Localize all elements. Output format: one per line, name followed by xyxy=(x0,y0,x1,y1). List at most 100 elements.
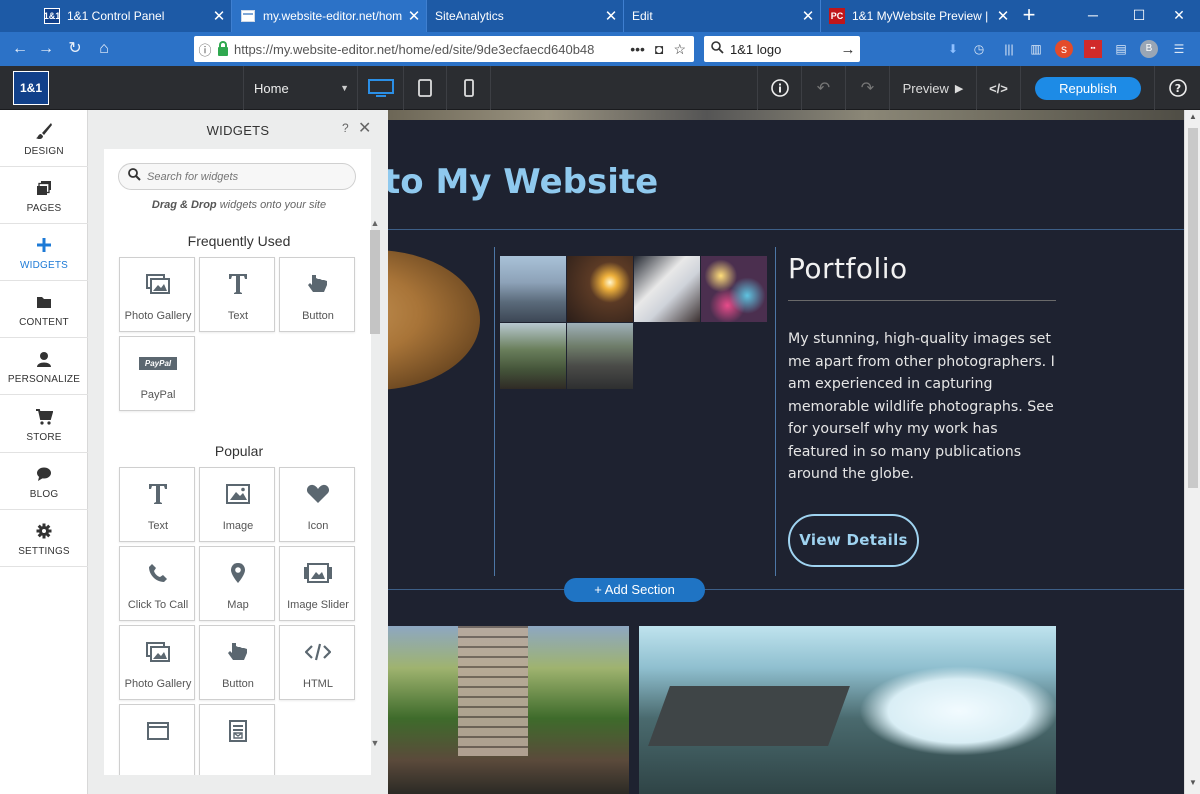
history-icon[interactable]: ◷ xyxy=(970,40,988,58)
drag-drop-bold: Drag & Drop xyxy=(151,199,217,211)
bookmark-star-icon[interactable]: ☆ xyxy=(673,41,686,58)
nav-content[interactable]: CONTENT xyxy=(0,281,88,338)
widget-map[interactable]: Map xyxy=(199,546,275,621)
nav-design[interactable]: DESIGN xyxy=(0,110,88,167)
add-section-button[interactable]: + Add Section xyxy=(564,578,705,602)
nav-store[interactable]: STORE xyxy=(0,396,88,453)
widget-text[interactable]: Text xyxy=(199,257,275,332)
account-icon[interactable]: B xyxy=(1140,40,1158,58)
widget-search[interactable] xyxy=(118,163,356,190)
tab-close-icon[interactable]: ✕ xyxy=(402,7,426,25)
help-button[interactable]: ? xyxy=(1154,66,1200,110)
minimize-button[interactable]: ─ xyxy=(1070,0,1116,32)
page-select[interactable]: Home ▼ xyxy=(243,66,358,110)
widget-photo-gallery[interactable]: Photo Gallery xyxy=(119,625,195,700)
sidebar-icon[interactable]: ▥ xyxy=(1027,40,1045,58)
tab-close-icon[interactable]: ✕ xyxy=(991,7,1015,25)
site-canvas[interactable]: to My Website Portfolio My stunning, hig… xyxy=(388,110,1184,794)
scroll-up-icon[interactable]: ▲ xyxy=(1185,112,1200,121)
mobile-view-button[interactable] xyxy=(447,66,491,110)
preview-button[interactable]: Preview ▶ xyxy=(889,66,976,110)
library-icon[interactable]: ||| xyxy=(1000,40,1018,58)
gallery-photo-portrait[interactable] xyxy=(500,323,566,389)
browser-tab-control-panel[interactable]: 1&1 1&1 Control Panel ✕ xyxy=(36,0,231,32)
tablet-view-button[interactable] xyxy=(404,66,447,110)
reload-button[interactable]: ↻ xyxy=(63,37,87,61)
scrollbar-thumb[interactable] xyxy=(370,230,380,334)
notes-icon[interactable]: ▤ xyxy=(1112,40,1130,58)
portfolio-title[interactable]: Portfolio xyxy=(788,252,908,285)
redo-button[interactable]: ↷ xyxy=(845,66,889,110)
brand-logo[interactable]: 1&1 xyxy=(13,71,49,105)
gallery-photo-sparkler[interactable] xyxy=(567,256,633,322)
city-park-image[interactable] xyxy=(388,626,629,794)
nav-widgets[interactable]: WIDGETS xyxy=(0,224,96,281)
nav-personalize[interactable]: PERSONALIZE xyxy=(0,338,88,395)
stumbleupon-icon[interactable]: s xyxy=(1055,40,1073,58)
scrollbar-thumb[interactable] xyxy=(1188,128,1198,488)
widget-html[interactable]: HTML xyxy=(279,625,355,700)
widget-section[interactable] xyxy=(119,704,195,775)
back-button[interactable]: ← xyxy=(8,37,32,61)
pocket-icon[interactable]: ◘ xyxy=(655,41,663,58)
photo-gallery[interactable] xyxy=(500,256,770,390)
widget-click-to-call[interactable]: Click To Call xyxy=(119,546,195,621)
widget-icon[interactable]: Icon xyxy=(279,467,355,542)
url-bar[interactable]: ⓘ https://my.website-editor.net/home/ed/… xyxy=(194,36,694,62)
search-bar[interactable]: 1&1 logo → xyxy=(704,36,860,62)
canvas-scrollbar[interactable]: ▲ ▼ xyxy=(1184,110,1200,794)
widget-paypal[interactable]: PayPal PayPal xyxy=(119,336,195,411)
scroll-up-icon[interactable]: ▲ xyxy=(369,218,381,228)
republish-button[interactable]: Republish xyxy=(1035,77,1141,100)
info-button[interactable] xyxy=(757,66,801,110)
developer-mode-button[interactable]: </> xyxy=(976,66,1020,110)
portfolio-text[interactable]: My stunning, high-quality images set me … xyxy=(788,328,1060,486)
desktop-view-button[interactable] xyxy=(358,66,404,110)
fjord-cliff-image[interactable] xyxy=(639,626,1056,794)
help-icon[interactable]: ? xyxy=(342,121,349,135)
info-icon[interactable]: ⓘ xyxy=(194,40,216,59)
search-go-icon[interactable]: → xyxy=(836,41,860,58)
url-text[interactable]: https://my.website-editor.net/home/ed/si… xyxy=(234,42,622,57)
gallery-photo-tablet[interactable] xyxy=(634,256,700,322)
tab-close-icon[interactable]: ✕ xyxy=(599,7,623,25)
undo-button[interactable]: ↶ xyxy=(801,66,845,110)
scroll-down-icon[interactable]: ▼ xyxy=(369,738,381,748)
browser-tab-edit[interactable]: Edit ✕ xyxy=(623,0,820,32)
panel-scrollbar[interactable]: ▲ ▼ xyxy=(369,218,381,750)
browser-tab-siteanalytics[interactable]: SiteAnalytics ✕ xyxy=(426,0,623,32)
url-host: https://my.website-editor.net xyxy=(234,41,395,57)
download-icon[interactable]: ⬇ xyxy=(944,40,962,58)
close-window-button[interactable]: ✕ xyxy=(1156,0,1200,32)
close-icon[interactable]: ✕ xyxy=(358,118,371,138)
map-pin-icon xyxy=(200,560,276,586)
browser-tab-preview[interactable]: PC 1&1 MyWebsite Preview | PCM ✕ xyxy=(820,0,1015,32)
view-details-button[interactable]: View Details xyxy=(788,514,919,567)
widget-text[interactable]: Text xyxy=(119,467,195,542)
more-actions-icon[interactable]: ••• xyxy=(630,41,645,58)
scroll-down-icon[interactable]: ▼ xyxy=(1185,778,1200,787)
gallery-photo-bokeh[interactable] xyxy=(701,256,767,322)
nav-blog[interactable]: BLOG xyxy=(0,453,88,510)
site-headline[interactable]: to My Website xyxy=(388,162,658,202)
widget-image-slider[interactable]: Image Slider xyxy=(279,546,355,621)
browser-tab-editor[interactable]: my.website-editor.net/home/e ✕ xyxy=(231,0,426,32)
nav-settings[interactable]: SETTINGS xyxy=(0,510,88,567)
tab-close-icon[interactable]: ✕ xyxy=(796,7,820,25)
gallery-photo-city[interactable] xyxy=(500,256,566,322)
extension-icon[interactable]: ▪▪ xyxy=(1084,40,1102,58)
widget-button[interactable]: Button xyxy=(199,625,275,700)
forward-button[interactable]: → xyxy=(34,37,58,61)
widget-button[interactable]: Button xyxy=(279,257,355,332)
nav-pages[interactable]: PAGES xyxy=(0,167,88,224)
widget-search-input[interactable] xyxy=(147,170,337,183)
new-tab-button[interactable]: + xyxy=(1016,0,1042,32)
home-icon[interactable]: ⌂ xyxy=(92,37,116,61)
menu-icon[interactable]: ☰ xyxy=(1170,40,1188,58)
widget-photo-gallery[interactable]: Photo Gallery xyxy=(119,257,195,332)
widget-form[interactable] xyxy=(199,704,275,775)
gallery-photo-street[interactable] xyxy=(567,323,633,389)
widget-image[interactable]: Image xyxy=(199,467,275,542)
lion-image[interactable] xyxy=(388,250,480,390)
tab-close-icon[interactable]: ✕ xyxy=(207,7,231,25)
